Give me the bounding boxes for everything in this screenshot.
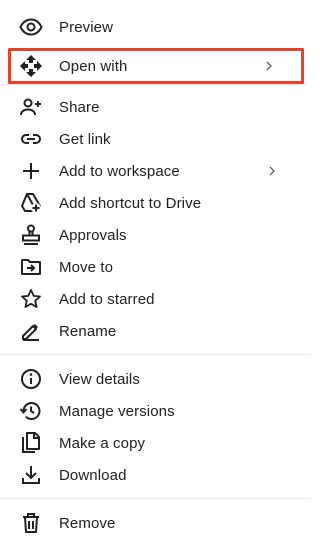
download-icon — [19, 463, 43, 487]
menu-item-get-link[interactable]: Get link — [0, 123, 310, 155]
menu-item-label: Add to workspace — [59, 162, 180, 180]
pencil-icon — [19, 319, 43, 343]
menu-item-make-a-copy[interactable]: Make a copy — [0, 427, 310, 459]
menu-item-move-to[interactable]: Move to — [0, 251, 310, 283]
link-icon — [19, 127, 43, 151]
menu-item-label: Preview — [59, 18, 114, 36]
chevron-right-icon — [263, 60, 275, 72]
menu-group-manage: Share Get link Add to workspace Add shor… — [0, 91, 310, 347]
menu-item-preview[interactable]: Preview — [0, 11, 310, 43]
menu-item-add-to-starred[interactable]: Add to starred — [0, 283, 310, 315]
menu-item-label: Approvals — [59, 226, 127, 244]
folder-move-icon — [19, 255, 43, 279]
menu-item-label: Move to — [59, 258, 114, 276]
menu-item-label: Rename — [59, 322, 117, 340]
plus-icon — [19, 159, 43, 183]
menu-item-share[interactable]: Share — [0, 91, 310, 123]
menu-item-label: Share — [59, 98, 100, 116]
menu-group-open: Preview Open with — [0, 11, 310, 84]
menu-item-approvals[interactable]: Approvals — [0, 219, 310, 251]
history-icon — [19, 399, 43, 423]
copy-icon — [19, 431, 43, 455]
menu-item-label: Remove — [59, 514, 116, 532]
menu-item-label: View details — [59, 370, 140, 388]
menu-item-download[interactable]: Download — [0, 459, 310, 491]
menu-divider — [0, 354, 310, 355]
menu-item-label: Make a copy — [59, 434, 146, 452]
menu-item-remove[interactable]: Remove — [0, 507, 310, 539]
context-menu: Preview Open with Share Get link Add to … — [0, 0, 310, 549]
menu-item-label: Manage versions — [59, 402, 175, 420]
menu-item-open-with[interactable]: Open with — [8, 48, 304, 84]
menu-group-file: View details Manage versions Make a copy… — [0, 363, 310, 491]
menu-item-view-details[interactable]: View details — [0, 363, 310, 395]
eye-icon — [19, 15, 43, 39]
trash-icon — [19, 511, 43, 535]
menu-item-add-shortcut[interactable]: Add shortcut to Drive — [0, 187, 310, 219]
stamp-icon — [19, 223, 43, 247]
star-icon — [19, 287, 43, 311]
menu-item-label: Add shortcut to Drive — [59, 194, 202, 212]
menu-item-rename[interactable]: Rename — [0, 315, 310, 347]
menu-item-label: Download — [59, 466, 127, 484]
menu-item-add-to-workspace[interactable]: Add to workspace — [0, 155, 310, 187]
menu-item-manage-versions[interactable]: Manage versions — [0, 395, 310, 427]
menu-item-label: Get link — [59, 130, 111, 148]
menu-item-label: Add to starred — [59, 290, 155, 308]
info-icon — [19, 367, 43, 391]
menu-item-label: Open with — [59, 57, 128, 75]
person-add-icon — [19, 95, 43, 119]
move-arrows-icon — [19, 54, 43, 78]
menu-divider — [0, 84, 310, 85]
menu-divider — [0, 498, 310, 499]
chevron-right-icon — [266, 165, 278, 177]
menu-group-remove: Remove — [0, 507, 310, 539]
drive-shortcut-icon — [19, 191, 43, 215]
